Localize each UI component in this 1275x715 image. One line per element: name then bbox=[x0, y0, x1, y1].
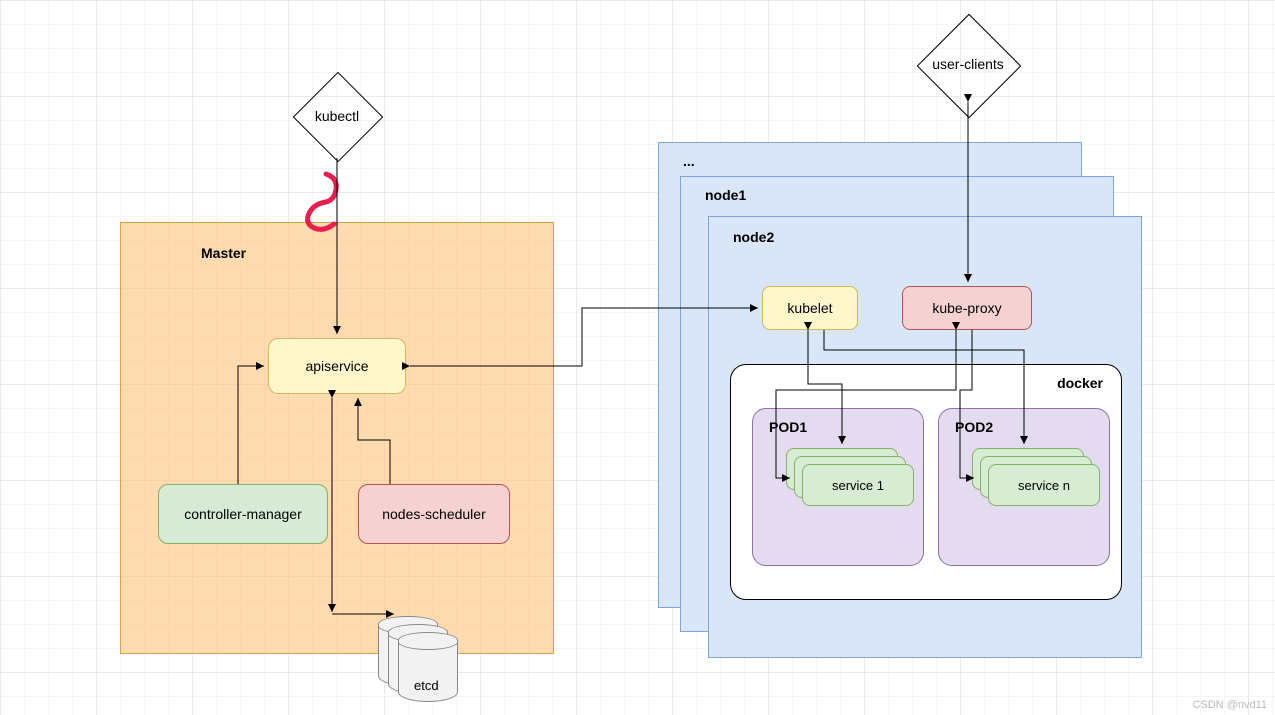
master-box: Master bbox=[120, 222, 554, 654]
user-clients-label: user-clients bbox=[913, 22, 1023, 106]
node1-label: node1 bbox=[705, 187, 746, 203]
diagram-canvas: kubectl user-clients Master apiservice c… bbox=[0, 0, 1275, 715]
apiservice-box: apiservice bbox=[268, 338, 406, 394]
kubectl-label: kubectl bbox=[295, 74, 379, 158]
nodes-scheduler-box: nodes-scheduler bbox=[358, 484, 510, 544]
master-title: Master bbox=[201, 245, 246, 261]
etcd-label: etcd bbox=[414, 678, 439, 693]
controller-manager-label: controller-manager bbox=[184, 506, 302, 522]
docker-label: docker bbox=[1057, 375, 1103, 391]
pod1-title: POD1 bbox=[769, 419, 807, 435]
pod2-title: POD2 bbox=[955, 419, 993, 435]
service1-label: service 1 bbox=[832, 478, 884, 493]
user-clients-diamond: user-clients bbox=[913, 22, 1023, 106]
nodes-scheduler-label: nodes-scheduler bbox=[382, 506, 486, 522]
servicen-label: service n bbox=[1018, 478, 1070, 493]
kubelet-box: kubelet bbox=[762, 286, 858, 330]
kube-proxy-label: kube-proxy bbox=[932, 300, 1001, 316]
controller-manager-box: controller-manager bbox=[158, 484, 328, 544]
apiservice-label: apiservice bbox=[305, 358, 368, 374]
kube-proxy-box: kube-proxy bbox=[902, 286, 1032, 330]
watermark: CSDN @nvd11 bbox=[1192, 699, 1267, 711]
kubelet-label: kubelet bbox=[787, 300, 832, 316]
node2-label: node2 bbox=[733, 229, 774, 245]
kubectl-diamond: kubectl bbox=[295, 74, 379, 158]
node-ellipsis-label: ... bbox=[683, 153, 695, 169]
